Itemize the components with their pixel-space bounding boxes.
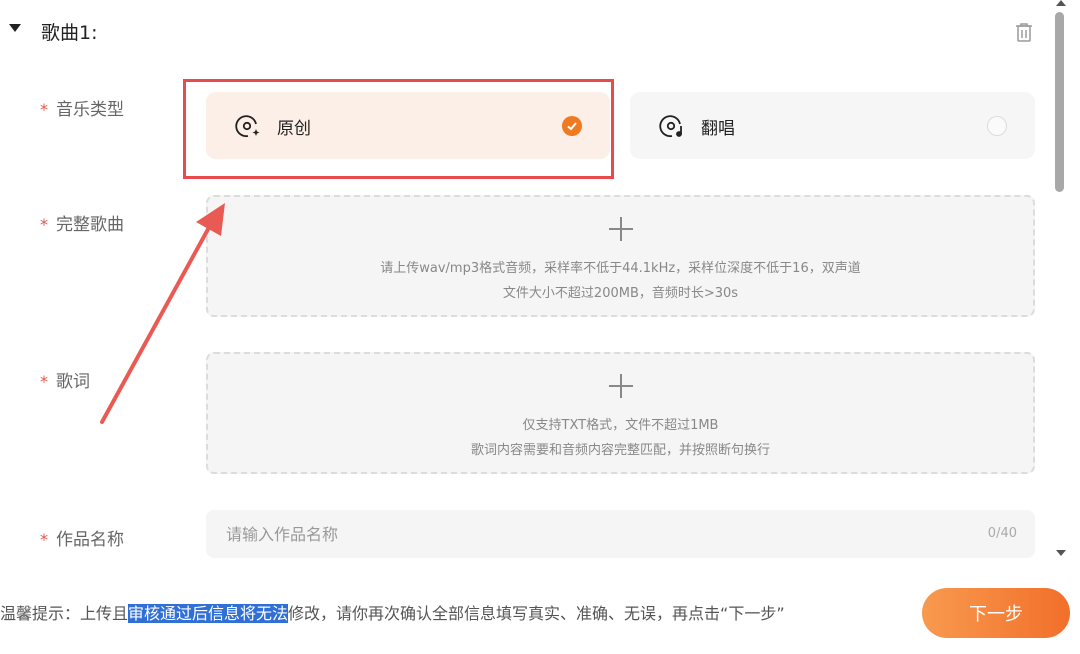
disc-sparkle-icon: [235, 115, 260, 138]
section-title: 歌曲1:: [41, 22, 98, 44]
full-song-label: * 完整歌曲: [40, 215, 124, 235]
song-upload-hint-2: 文件大小不超过200MB，音频时长>30s: [502, 286, 739, 301]
music-type-cover-option[interactable]: 翻唱: [630, 92, 1035, 159]
plus-icon: [608, 374, 633, 398]
lyrics-label: * 歌词: [40, 372, 90, 392]
next-step-button[interactable]: 下一步: [922, 588, 1070, 638]
trash-icon[interactable]: [1012, 20, 1036, 44]
collapse-caret-icon[interactable]: [9, 24, 21, 32]
plus-icon: [608, 217, 633, 241]
selected-text: 审核通过后信息将无法: [128, 604, 289, 623]
scroll-up-arrow-icon[interactable]: [1056, 0, 1066, 6]
checked-icon: [562, 116, 582, 136]
song-section-header: 歌曲1:: [0, 14, 1050, 50]
char-counter: 0/40: [987, 526, 1017, 541]
work-name-field: 0/40: [206, 510, 1035, 558]
disc-note-icon: [659, 115, 682, 138]
scroll-down-arrow-icon[interactable]: [1056, 550, 1066, 556]
music-type-cover-label: 翻唱: [701, 119, 735, 139]
scrollbar[interactable]: [1052, 0, 1068, 572]
song-upload-area[interactable]: 请上传wav/mp3格式音频，采样率不低于44.1kHz，采样位深度不低于16，…: [206, 195, 1035, 317]
work-name-input[interactable]: [206, 510, 966, 558]
song-upload-hint-1: 请上传wav/mp3格式音频，采样率不低于44.1kHz，采样位深度不低于16，…: [380, 261, 861, 276]
footer-tip: 温馨提示：上传且审核通过后信息将无法修改，请你再次确认全部信息填写真实、准确、无…: [0, 604, 785, 623]
music-type-label: * 音乐类型: [40, 100, 124, 120]
lyrics-upload-hint-2: 歌词内容需要和音频内容完整匹配，并按照断句换行: [470, 443, 770, 458]
lyrics-upload-hint-1: 仅支持TXT格式，文件不超过1MB: [522, 418, 719, 433]
music-type-original-option[interactable]: 原创: [206, 92, 610, 159]
work-name-label: * 作品名称: [40, 530, 124, 550]
lyrics-upload-area[interactable]: 仅支持TXT格式，文件不超过1MB 歌词内容需要和音频内容完整匹配，并按照断句换…: [206, 352, 1035, 474]
radio-unchecked-icon: [987, 116, 1007, 136]
scroll-thumb[interactable]: [1055, 12, 1064, 192]
music-type-original-label: 原创: [277, 119, 311, 139]
